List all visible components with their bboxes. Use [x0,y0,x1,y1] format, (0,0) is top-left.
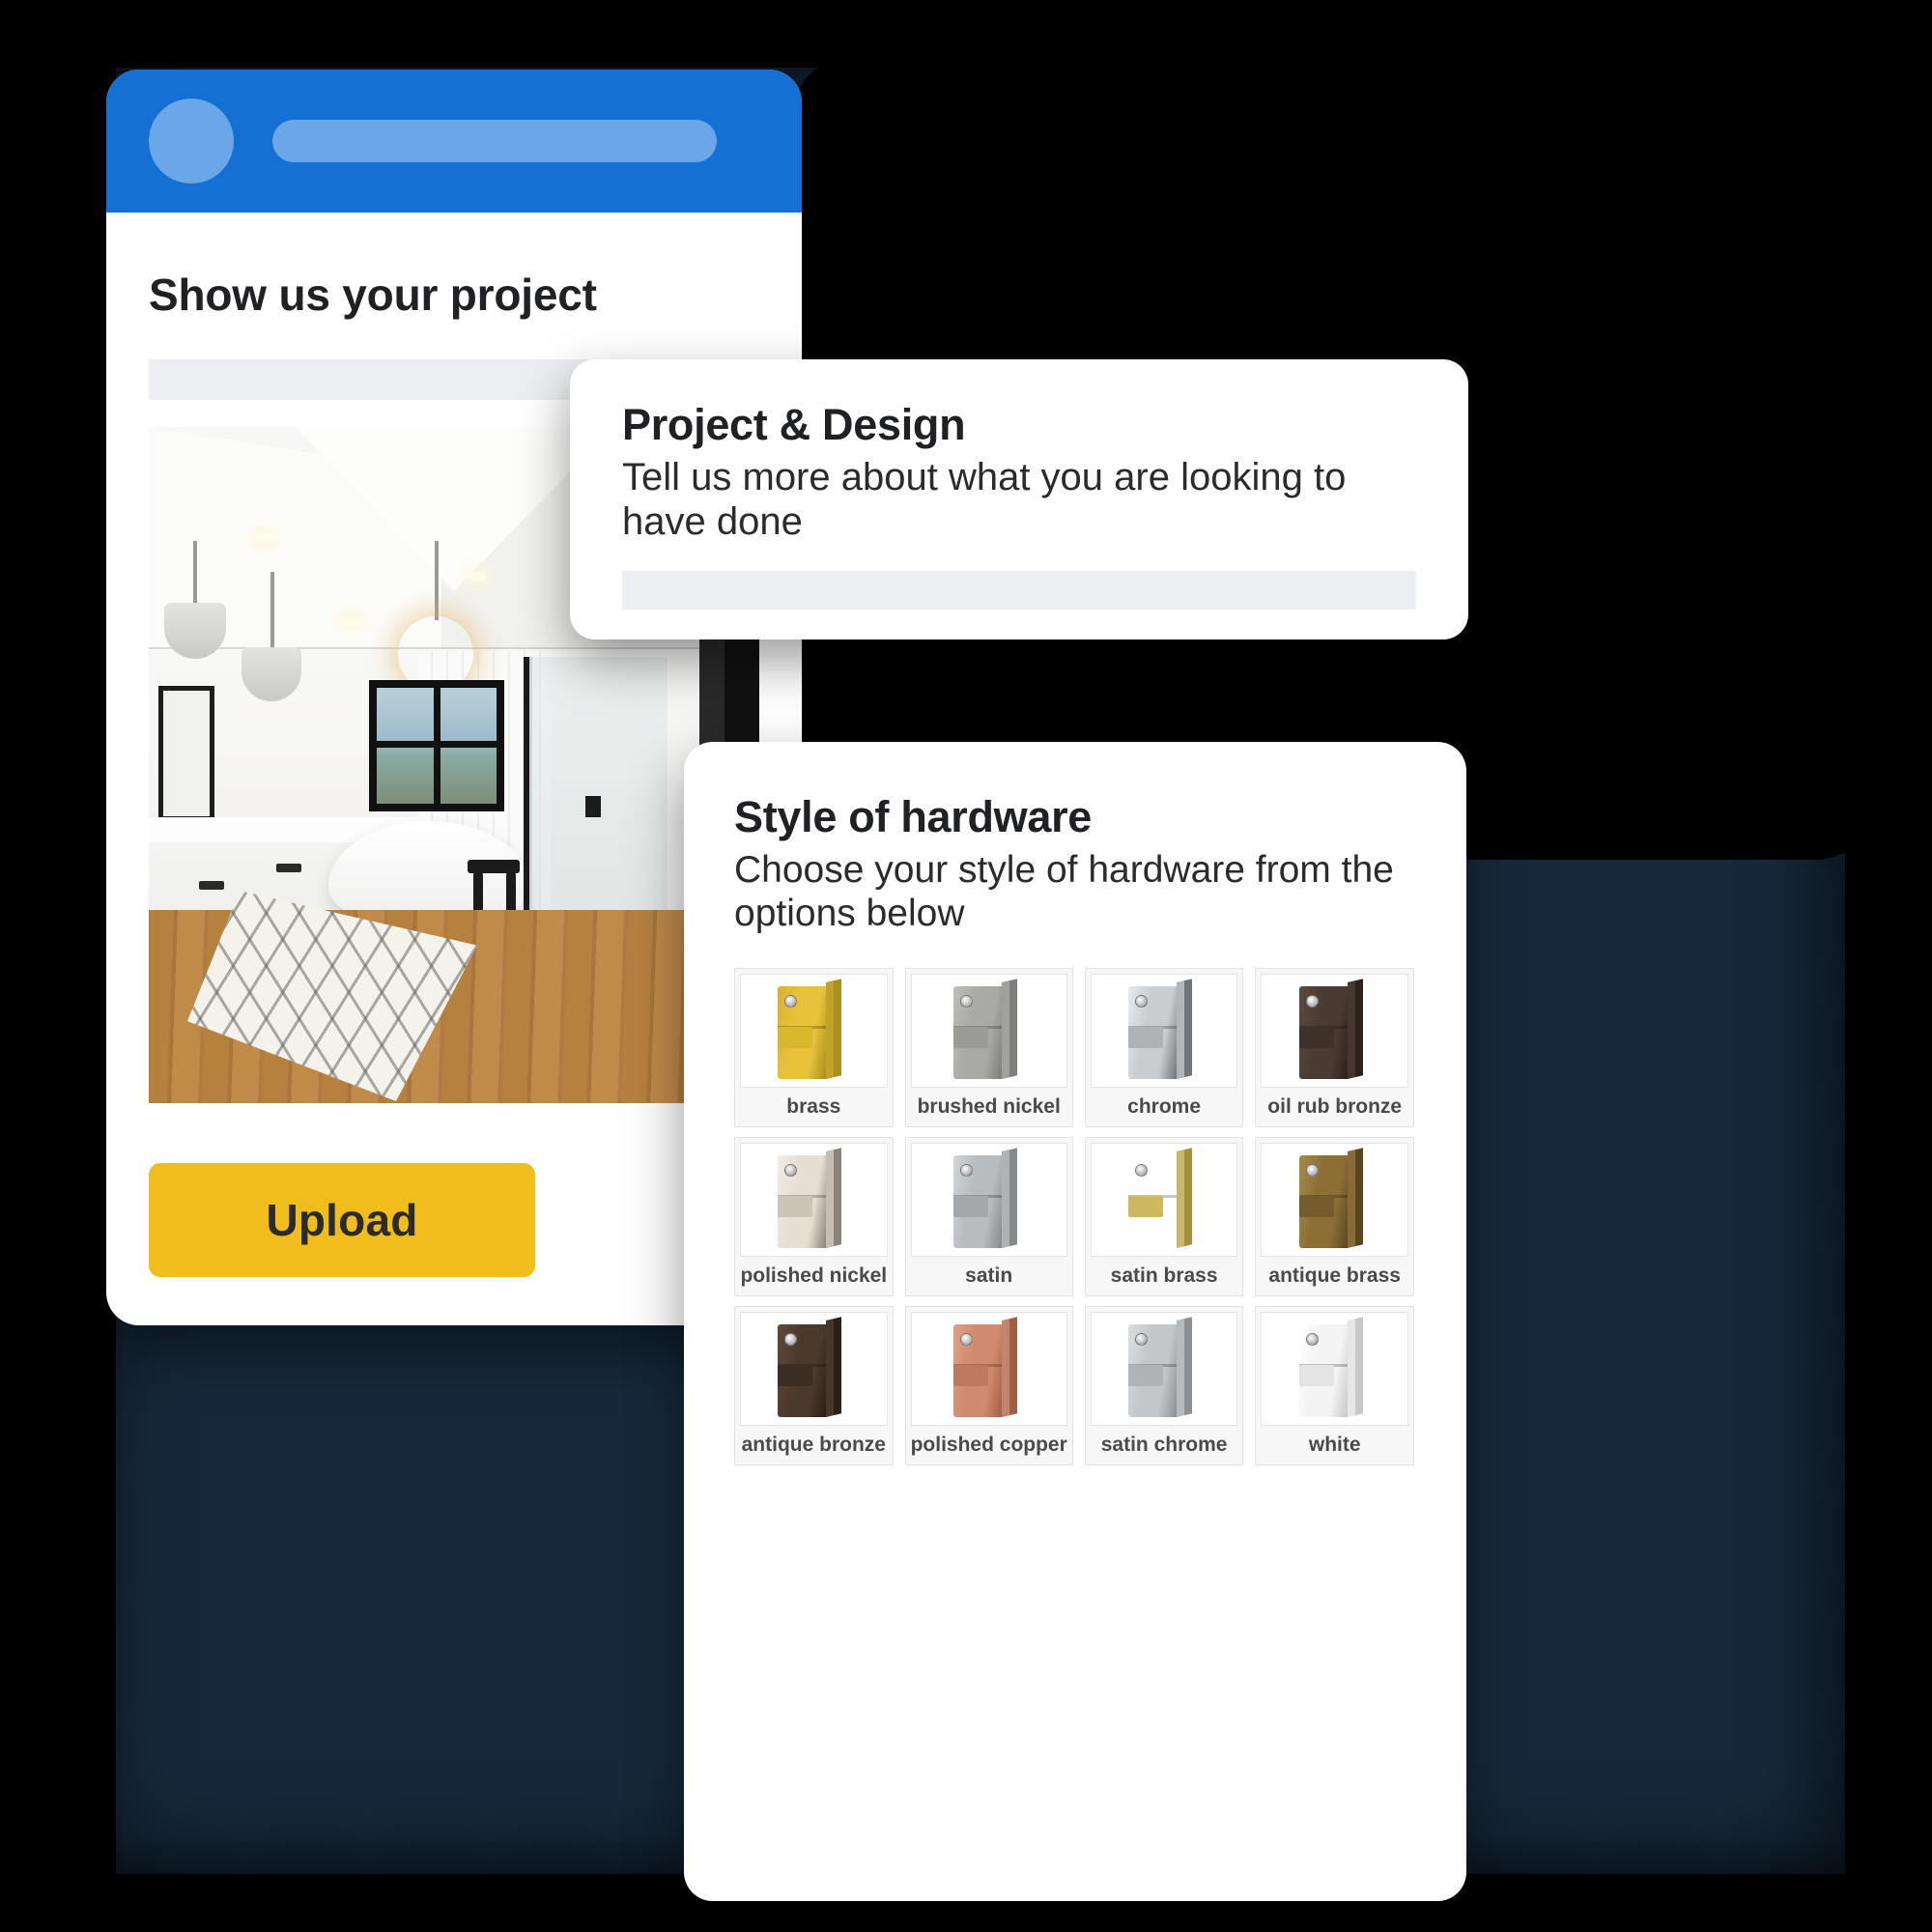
hardware-swatch-label: brushed nickel [917,1095,1061,1119]
hardware-swatch-grid: brass brushed nickel chrome oil rub bronze p… [734,968,1414,1466]
hardware-swatch-image [740,1143,888,1258]
hardware-swatch-image [910,974,1067,1089]
hardware-swatch-image [740,974,888,1089]
hardware-swatch[interactable]: white [1255,1306,1414,1466]
hardware-swatch[interactable]: satin brass [1084,1137,1244,1297]
hardware-swatch-label: antique bronze [741,1434,886,1457]
project-design-input[interactable] [622,571,1416,611]
hardware-swatch-label: satin [965,1264,1013,1288]
hardware-swatch[interactable]: polished copper [904,1306,1073,1466]
hardware-swatch-image [1261,974,1408,1089]
hardware-swatch-label: satin brass [1110,1264,1218,1288]
hardware-swatch-label: polished nickel [740,1264,888,1288]
hardware-swatch[interactable]: chrome [1084,968,1244,1128]
app-header-bar [106,70,802,213]
frame-mask-left [0,0,116,1932]
project-design-title: Project & Design [622,400,966,449]
hardware-swatch[interactable]: brushed nickel [904,968,1073,1128]
hardware-swatch-image [910,1143,1067,1258]
hardware-swatch-image [1261,1143,1408,1258]
page-title: Show us your project [149,270,597,320]
upload-button[interactable]: Upload [149,1163,535,1277]
hardware-swatch-image [1090,974,1238,1089]
style-of-hardware-subtitle: Choose your style of hardware from the o… [734,849,1394,935]
hardware-swatch-label: satin chrome [1100,1434,1228,1457]
hardware-swatch[interactable]: brass [734,968,894,1128]
hardware-swatch[interactable]: oil rub bronze [1255,968,1414,1128]
hardware-swatch[interactable]: antique brass [1255,1137,1414,1297]
hardware-swatch-image [1261,1312,1408,1427]
hardware-swatch-label: antique brass [1268,1264,1401,1288]
style-of-hardware-card: Style of hardware Choose your style of h… [684,742,1466,1901]
hardware-swatch-label: chrome [1127,1095,1202,1119]
hardware-swatch-image [740,1312,888,1427]
hardware-swatch-image [910,1312,1067,1427]
hardware-swatch[interactable]: satin chrome [1084,1306,1244,1466]
hardware-swatch[interactable]: polished nickel [734,1137,894,1297]
hardware-swatch[interactable]: antique bronze [734,1306,894,1466]
hardware-swatch-image [1090,1312,1238,1427]
screenshot-root: Show us your project Upload Project & De… [0,0,1932,1932]
style-of-hardware-title: Style of hardware [734,792,1093,841]
hardware-swatch-label: white [1308,1434,1361,1457]
avatar [149,99,234,184]
hardware-swatch-label: oil rub bronze [1267,1095,1403,1119]
hardware-swatch[interactable]: satin [904,1137,1073,1297]
hardware-swatch-label: brass [786,1095,841,1119]
hardware-swatch-label: polished copper [910,1434,1067,1457]
header-title-placeholder [272,120,717,162]
hardware-swatch-image [1090,1143,1238,1258]
project-design-card: Project & Design Tell us more about what… [570,359,1468,639]
project-design-subtitle: Tell us more about what you are looking … [622,456,1347,543]
